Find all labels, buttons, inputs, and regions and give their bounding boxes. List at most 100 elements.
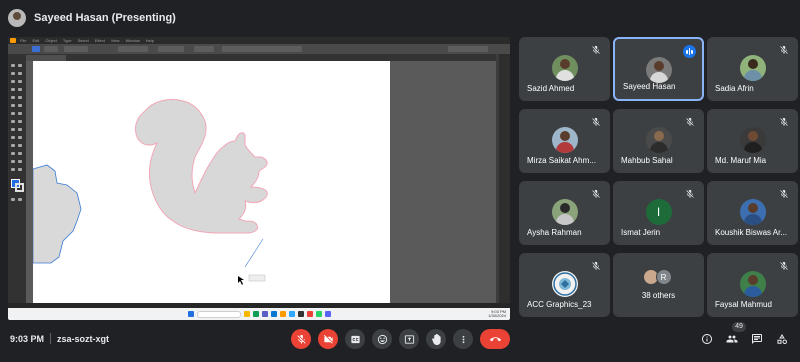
shared-screen[interactable]: File Edit Object Type Select Effect View…	[8, 37, 510, 320]
participant-tile[interactable]: I Ismat Jerin	[613, 181, 704, 245]
call-end-icon	[489, 336, 501, 341]
windows-start-icon	[187, 311, 194, 317]
align-controls	[222, 46, 302, 52]
mic-off-icon	[592, 117, 600, 126]
workspace-switcher	[448, 46, 488, 52]
avatar: I	[645, 199, 672, 225]
participant-tile[interactable]: ACC Graphics_23	[519, 253, 610, 317]
menu-item: Help	[145, 38, 154, 43]
more-options-button[interactable]	[453, 329, 473, 349]
present-button[interactable]	[399, 329, 419, 349]
mic-toggle-button[interactable]	[291, 329, 311, 349]
people-button[interactable]	[725, 332, 739, 346]
line-tool-icon	[18, 88, 22, 91]
presenter-name: Sayeed Hasan (Presenting)	[34, 12, 176, 24]
emoji-icon	[377, 334, 387, 344]
pen-tool-icon	[11, 80, 15, 83]
participant-tile[interactable]: Sazid Ahmed	[519, 37, 610, 101]
mic-off-icon	[592, 261, 600, 270]
participant-name: Mahbub Sahal	[621, 156, 673, 165]
participant-tile[interactable]: Md. Maruf Mia	[707, 109, 798, 173]
others-avatar-stack: R	[642, 269, 675, 285]
opacity-control	[194, 46, 214, 52]
file-explorer-icon	[243, 311, 250, 317]
artboard-tool-icon	[11, 160, 15, 163]
taskbar-date: 1/30/2024	[488, 313, 506, 318]
graph-tool-icon	[18, 152, 22, 155]
participant-name: ACC Graphics_23	[527, 300, 592, 309]
menu-item: Object	[45, 38, 57, 43]
meeting-details-button[interactable]	[700, 332, 714, 346]
edge-icon	[270, 311, 277, 317]
participant-tile[interactable]: Faysal Mahmud	[707, 253, 798, 317]
participant-tile[interactable]: Sadia Afrin	[707, 37, 798, 101]
chat-button[interactable]	[750, 332, 764, 346]
participant-tile-active-speaker[interactable]: Sayeed Hasan	[613, 37, 704, 101]
illustrator-control-bar	[8, 44, 510, 54]
avatar: R	[655, 269, 672, 285]
slice-tool-icon	[18, 160, 22, 163]
avatar	[739, 271, 766, 297]
illustrator-menubar: File Edit Object Type Select Effect View…	[8, 37, 510, 44]
participant-name: Faysal Mahmud	[715, 300, 772, 309]
acc-graphics-logo-icon	[552, 272, 577, 296]
participant-tile[interactable]: Mahbub Sahal	[613, 109, 704, 173]
reactions-button[interactable]	[372, 329, 392, 349]
camera-toggle-button[interactable]	[318, 329, 338, 349]
hand-icon	[431, 333, 441, 345]
avatar	[645, 57, 672, 83]
hand-tool-icon	[11, 168, 15, 171]
others-tile[interactable]: R 38 others	[613, 253, 704, 317]
scale-tool-icon	[18, 112, 22, 115]
app-icon	[306, 311, 313, 317]
raise-hand-button[interactable]	[426, 329, 446, 349]
meeting-code: zsa-sozt-xgt	[57, 334, 110, 344]
leave-call-button[interactable]	[480, 329, 510, 349]
avatar	[739, 127, 766, 153]
captions-button[interactable]	[345, 329, 365, 349]
activities-icon	[777, 334, 787, 344]
document-tabbar	[26, 54, 496, 61]
avatar	[551, 55, 578, 81]
participant-tile[interactable]: Koushik Biswas Ar...	[707, 181, 798, 245]
mic-off-icon	[296, 334, 306, 344]
menu-item: View	[110, 38, 120, 43]
rectangle-tool-icon	[11, 96, 15, 99]
free-transform-tool-icon	[18, 120, 22, 123]
tools-panel	[8, 54, 26, 308]
magic-wand-tool-icon	[11, 72, 15, 75]
squirrel-copy-shape	[32, 164, 82, 264]
windows-taskbar: 9:03 PM 1/30/2024	[8, 308, 510, 320]
shaper-tool-icon	[11, 104, 15, 107]
fill-swatch	[32, 46, 40, 52]
participant-name: Md. Maruf Mia	[715, 156, 767, 165]
mic-off-icon	[686, 189, 694, 198]
app-icon	[324, 311, 331, 317]
more-vert-icon	[462, 335, 464, 343]
taskbar-clock: 9:03 PM 1/30/2024	[488, 310, 506, 318]
menu-item: Edit	[32, 38, 40, 43]
teams-icon	[261, 311, 268, 317]
eyedropper-tool-icon	[11, 144, 15, 147]
app-icon	[297, 311, 304, 317]
mic-off-icon	[780, 117, 788, 126]
curvature-tool-icon	[18, 80, 22, 83]
mouse-cursor-icon	[238, 276, 244, 285]
participant-tile[interactable]: Mirza Saikat Ahm...	[519, 109, 610, 173]
draw-mode-icon	[11, 198, 15, 201]
divider	[50, 333, 51, 344]
blend-tool-icon	[18, 144, 22, 147]
artboard[interactable]	[32, 61, 390, 304]
type-tool-icon	[11, 88, 15, 91]
shape-builder-tool-icon	[11, 128, 15, 131]
lasso-tool-icon	[18, 72, 22, 75]
presenter-bar: Sayeed Hasan (Presenting)	[8, 8, 176, 28]
participant-tile[interactable]: Aysha Rahman	[519, 181, 610, 245]
avatar	[551, 199, 578, 225]
participant-name: Sadia Afrin	[715, 84, 754, 93]
participant-name: Sazid Ahmed	[527, 84, 575, 93]
chat-icon	[752, 334, 762, 344]
activities-button[interactable]	[775, 332, 789, 346]
zoom-tool-icon	[18, 168, 22, 171]
camera-off-icon	[323, 334, 333, 344]
